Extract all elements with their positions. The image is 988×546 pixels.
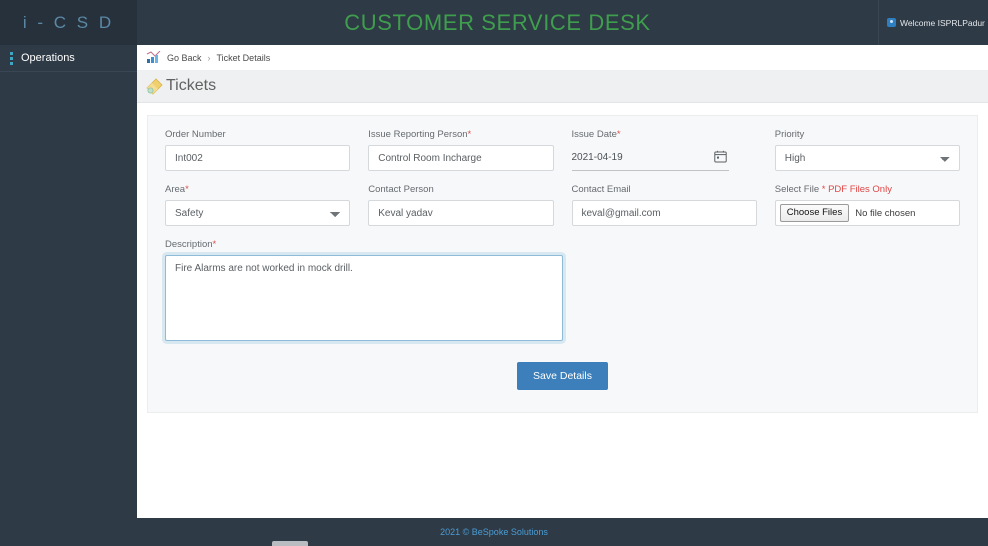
breadcrumb: Go Back › Ticket Details bbox=[137, 45, 988, 70]
area-select[interactable]: SafetyOperationsMaintenance bbox=[165, 200, 351, 226]
area-label: Area* bbox=[165, 184, 189, 195]
contact-email-input[interactable] bbox=[571, 200, 757, 226]
field-area: Area* SafetyOperationsMaintenance bbox=[156, 171, 359, 226]
ticket-icon bbox=[145, 77, 164, 96]
issue-date-label: Issue Date* bbox=[571, 129, 621, 140]
contact-person-label: Contact Person bbox=[368, 184, 434, 195]
footer-text: 2021 © BeSpoke Solutions bbox=[440, 527, 548, 537]
page-title: Tickets bbox=[166, 77, 217, 94]
issue-reporting-person-label: Issue Reporting Person* bbox=[368, 129, 472, 140]
file-input[interactable]: Choose Files No file chosen bbox=[774, 200, 960, 226]
top-bar: i - C S D CUSTOMER SERVICE DESK Welcome … bbox=[0, 0, 988, 45]
form-row-1: Order Number Issue Reporting Person* Iss… bbox=[148, 116, 977, 171]
field-priority: Priority HighMediumLow bbox=[766, 116, 969, 171]
field-select-file: Select File * PDF Files Only Choose File… bbox=[766, 171, 969, 226]
breadcrumb-go-back[interactable]: Go Back bbox=[167, 53, 202, 63]
field-issue-date: Issue Date* 2021-04-19 bbox=[563, 116, 766, 171]
priority-label: Priority bbox=[774, 129, 805, 140]
footer: 2021 © BeSpoke Solutions bbox=[0, 518, 988, 546]
app-logo-text: i - C S D bbox=[22, 12, 115, 32]
chart-bar-icon bbox=[146, 51, 161, 64]
order-number-label: Order Number bbox=[165, 129, 226, 140]
app-title: CUSTOMER SERVICE DESK bbox=[344, 9, 651, 35]
field-issue-reporting-person: Issue Reporting Person* bbox=[359, 116, 562, 171]
sidebar-item-label: Operations bbox=[21, 52, 75, 64]
field-contact-person: Contact Person bbox=[359, 171, 562, 226]
description-label: Description* bbox=[165, 239, 217, 250]
user-badge-icon bbox=[887, 18, 896, 27]
field-contact-email: Contact Email bbox=[563, 171, 766, 226]
main-content: Go Back › Ticket Details Tickets Order N… bbox=[137, 45, 988, 518]
priority-select[interactable]: HighMediumLow bbox=[774, 145, 960, 171]
order-number-input[interactable] bbox=[165, 145, 351, 171]
issue-reporting-person-input[interactable] bbox=[368, 145, 554, 171]
breadcrumb-separator: › bbox=[207, 52, 211, 63]
file-status-label: No file chosen bbox=[855, 207, 916, 219]
choose-files-button[interactable]: Choose Files bbox=[779, 204, 850, 222]
select-file-label: Select File * PDF Files Only bbox=[774, 184, 892, 195]
ticket-form-card: Order Number Issue Reporting Person* Iss… bbox=[147, 115, 978, 413]
sidebar: Operations bbox=[0, 45, 137, 518]
field-order-number: Order Number bbox=[156, 116, 359, 171]
app-logo[interactable]: i - C S D bbox=[0, 0, 137, 45]
contact-person-input[interactable] bbox=[368, 200, 554, 226]
vertical-dots-icon bbox=[10, 51, 13, 65]
field-description: Description* bbox=[156, 226, 572, 346]
app-title-container: CUSTOMER SERVICE DESK bbox=[137, 0, 988, 45]
taskbar-item[interactable] bbox=[272, 541, 308, 546]
breadcrumb-current: Ticket Details bbox=[216, 52, 271, 63]
description-textarea[interactable] bbox=[165, 255, 563, 341]
form-row-2: Area* SafetyOperationsMaintenance Contac… bbox=[148, 171, 977, 226]
save-details-button[interactable]: Save Details bbox=[517, 362, 608, 390]
welcome-label: Welcome ISPRLPadur bbox=[900, 17, 985, 28]
user-menu[interactable]: Welcome ISPRLPadur bbox=[878, 0, 988, 45]
contact-email-label: Contact Email bbox=[571, 184, 631, 195]
issue-date-value: 2021-04-19 bbox=[571, 152, 623, 163]
form-row-3: Description* bbox=[148, 226, 977, 346]
sidebar-item-operations[interactable]: Operations bbox=[0, 45, 137, 72]
form-actions: Save Details bbox=[148, 362, 977, 390]
issue-date-input[interactable]: 2021-04-19 bbox=[571, 145, 729, 171]
page-header: Tickets bbox=[137, 70, 988, 103]
